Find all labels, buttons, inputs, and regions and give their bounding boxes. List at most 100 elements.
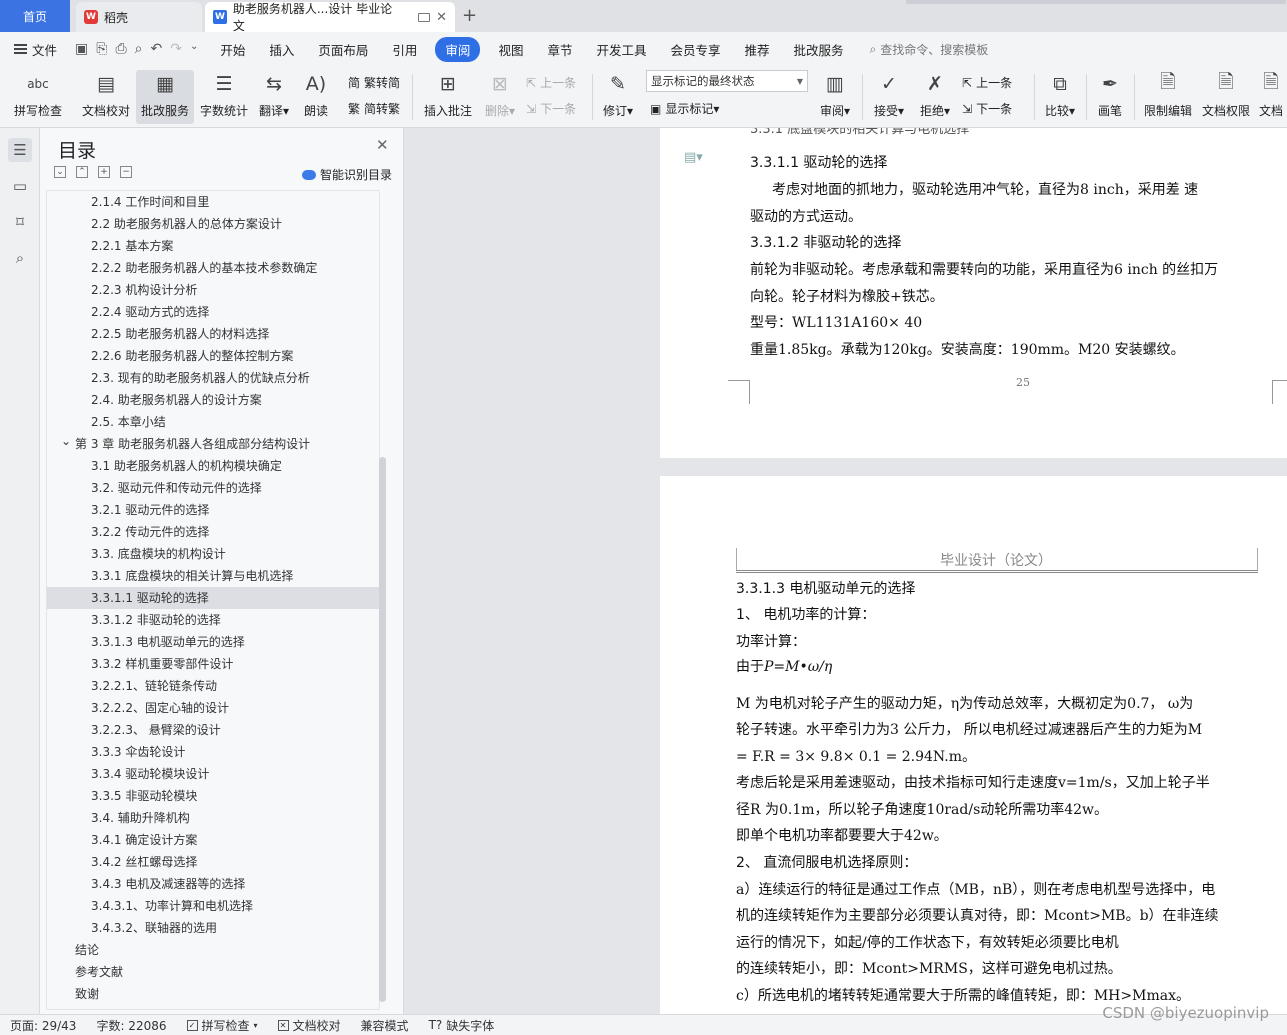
read-aloud-button[interactable]: A) 朗读: [298, 70, 334, 124]
translate-button[interactable]: ⇆ 翻译▾: [256, 70, 292, 124]
trad-to-simp-button[interactable]: 简 繁转简: [348, 74, 400, 91]
menu-start[interactable]: 开始: [208, 40, 257, 59]
outline-item[interactable]: 3.1 助老服务机器人的机构模块确定: [47, 455, 379, 477]
window-mode-icon[interactable]: [418, 12, 431, 22]
outline-item[interactable]: 3.4.3.1、功率计算和电机选择: [47, 895, 379, 917]
word-count-indicator[interactable]: 字数: 22086: [86, 1017, 176, 1034]
print-icon[interactable]: ⎙: [115, 41, 126, 57]
file-menu[interactable]: 文件: [0, 40, 65, 59]
markup-state-select[interactable]: 显示标记的最终状态 ▼: [646, 70, 808, 92]
customize-chevron-icon[interactable]: ⌄: [190, 41, 198, 57]
outline-item[interactable]: 3.4.1 确定设计方案: [47, 829, 379, 851]
expand-all-icon[interactable]: +: [98, 166, 110, 178]
outline-item[interactable]: 3.2.2 传动元件的选择: [47, 521, 379, 543]
search-icon[interactable]: ⌕: [8, 246, 32, 270]
outline-item[interactable]: 3.4.2 丝杠螺母选择: [47, 851, 379, 873]
restrict-edit-button[interactable]: 🗎 限制编辑: [1140, 70, 1196, 124]
insert-comment-button[interactable]: ⊞ 插入批注: [420, 70, 476, 124]
close-icon[interactable]: ✕: [376, 136, 389, 154]
menu-member[interactable]: 会员专享: [658, 40, 732, 59]
new-tab-icon[interactable]: +: [462, 5, 477, 26]
tab-home[interactable]: 首页: [0, 0, 70, 32]
bookmark-icon[interactable]: ⌑: [8, 210, 32, 234]
chevron-down-icon[interactable]: ⌄: [61, 430, 71, 452]
undo-icon[interactable]: ↶: [151, 41, 163, 57]
command-search[interactable]: ⌕ 查找命令、搜索模板: [856, 41, 989, 58]
tab-wps[interactable]: W 稻壳: [76, 2, 202, 32]
doc-permission-button[interactable]: 🗎 文档权限: [1200, 70, 1252, 124]
print-preview-icon[interactable]: ⌕: [135, 41, 143, 57]
outline-item[interactable]: 3.3. 底盘模块的机构设计: [47, 543, 379, 565]
missing-font-button[interactable]: T? 缺失字体: [419, 1017, 505, 1034]
outline-item[interactable]: 3.3.5 非驱动轮模块: [47, 785, 379, 807]
word-count-button[interactable]: ☰ 字数统计: [198, 70, 250, 124]
outline-scrollbar[interactable]: [379, 457, 386, 1002]
next-comment-button[interactable]: ⇲ 下一条: [526, 100, 576, 117]
menu-insert[interactable]: 插入: [257, 40, 306, 59]
outline-item[interactable]: 2.2.6 助老服务机器人的整体控制方案: [47, 345, 379, 367]
redo-icon[interactable]: ↷: [170, 41, 182, 57]
show-marks-button[interactable]: ▣ 显示标记▾: [650, 100, 719, 117]
outline-item[interactable]: 2.4. 助老服务机器人的设计方案: [47, 389, 379, 411]
outline-item[interactable]: 3.2. 驱动元件和传动元件的选择: [47, 477, 379, 499]
outline-item[interactable]: 3.3.4 驱动轮模块设计: [47, 763, 379, 785]
review-pane-button[interactable]: ▥ 审阅▾: [814, 70, 856, 124]
accept-button[interactable]: ✓ 接受▾: [868, 70, 910, 124]
prev-change-button[interactable]: ⇱ 上一条: [962, 74, 1012, 91]
outline-item[interactable]: 2.5. 本章小结: [47, 411, 379, 433]
menu-view[interactable]: 视图: [486, 40, 535, 59]
compare-button[interactable]: ⧉ 比较▾: [1040, 70, 1080, 124]
page-indicator[interactable]: 页面: 29/43: [0, 1017, 86, 1034]
outline-item[interactable]: 3.3.1.2 非驱动轮的选择: [47, 609, 379, 631]
outline-item[interactable]: 2.3. 现有的助老服务机器人的优缺点分析: [47, 367, 379, 389]
outline-item[interactable]: 参考文献: [47, 961, 379, 983]
menu-page-layout[interactable]: 页面布局: [306, 40, 380, 59]
tab-document[interactable]: W 助老服务机器人...设计 毕业论文 ✕: [205, 2, 455, 33]
outline-item[interactable]: 3.3.1.3 电机驱动单元的选择: [47, 631, 379, 653]
menu-developer[interactable]: 开发工具: [584, 40, 658, 59]
outline-item[interactable]: 3.3.3 伞齿轮设计: [47, 741, 379, 763]
outline-item[interactable]: 结论: [47, 939, 379, 961]
export-pdf-icon[interactable]: ⎘: [96, 41, 107, 57]
collapse-level-icon[interactable]: ⌄: [54, 166, 66, 178]
outline-item[interactable]: 3.3.1.1 驱动轮的选择: [47, 587, 379, 609]
prev-comment-button[interactable]: ⇱ 上一条: [526, 74, 576, 91]
chapter-nav-icon[interactable]: ▭: [8, 174, 32, 198]
spell-check-button[interactable]: abc 拼写检查: [8, 70, 68, 124]
save-icon[interactable]: ▣: [75, 41, 88, 57]
simp-to-trad-button[interactable]: 繁 简转繁: [348, 100, 400, 117]
next-change-button[interactable]: ⇲ 下一条: [962, 100, 1012, 117]
outline-item[interactable]: 3.2.1 驱动元件的选择: [47, 499, 379, 521]
status-doc-check[interactable]: ✕ 文档校对: [268, 1017, 351, 1034]
outline-item[interactable]: 3.3.2 样机重要零部件设计: [47, 653, 379, 675]
pen-button[interactable]: ✒ 画笔: [1092, 70, 1128, 124]
outline-item[interactable]: 2.2.1 基本方案: [47, 235, 379, 257]
outline-item[interactable]: 3.2.2.2、固定心轴的设计: [47, 697, 379, 719]
menu-references[interactable]: 引用: [380, 40, 429, 59]
close-tab-icon[interactable]: ✕: [436, 10, 447, 25]
outline-item[interactable]: 3.4.3.2、联轴器的选用: [47, 917, 379, 939]
status-spell-check[interactable]: ✓ 拼写检查 ▾: [177, 1017, 268, 1034]
outline-item[interactable]: 2.2.3 机构设计分析: [47, 279, 379, 301]
outline-item[interactable]: 致谢: [47, 983, 379, 1005]
outline-item[interactable]: 3.2.2.3、 悬臂梁的设计: [47, 719, 379, 741]
menu-recommend[interactable]: 推荐: [733, 40, 782, 59]
page-options-icon[interactable]: ▤▾: [684, 150, 703, 165]
outline-item[interactable]: 2.2 助老服务机器人的总体方案设计: [47, 213, 379, 235]
menu-section[interactable]: 章节: [535, 40, 584, 59]
delete-comment-button[interactable]: ⊠ 删除▾: [480, 70, 520, 124]
doc-check-button[interactable]: ▤ 文档校对: [78, 70, 134, 124]
outline-item[interactable]: 2.2.2 助老服务机器人的基本技术参数确定: [47, 257, 379, 279]
outline-item[interactable]: 2.1.4 工作时间和目里: [47, 191, 379, 213]
outline-item[interactable]: 3.4.3 电机及减速器等的选择: [47, 873, 379, 895]
outline-item[interactable]: 2.2.5 助老服务机器人的材料选择: [47, 323, 379, 345]
doc-more-button[interactable]: 🗎 文档: [1256, 70, 1286, 124]
collapse-all-icon[interactable]: −: [120, 166, 132, 178]
reject-button[interactable]: ✗ 拒绝▾: [914, 70, 956, 124]
outline-item[interactable]: ⌄ 第 3 章 助老服务机器人各组成部分结构设计: [47, 433, 379, 455]
correction-service-button[interactable]: ▦ 批改服务: [136, 70, 194, 124]
outline-item[interactable]: 3.2.2.1、链轮链条传动: [47, 675, 379, 697]
menu-correction-service[interactable]: 批改服务: [782, 40, 856, 59]
outline-view-icon[interactable]: ☰: [8, 138, 32, 162]
menu-review[interactable]: 审阅: [435, 36, 481, 62]
